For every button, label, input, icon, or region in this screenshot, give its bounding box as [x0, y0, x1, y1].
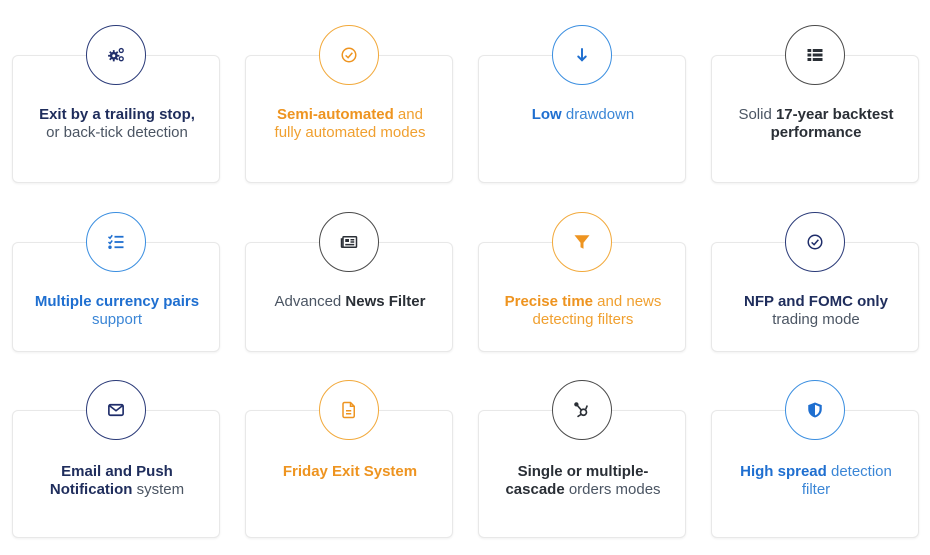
feature-label-bold: 17-year backtest performance	[770, 106, 894, 141]
feature-icon-badge	[86, 212, 146, 272]
shield-icon	[806, 401, 824, 419]
feature-label-regular: orders modes	[564, 481, 661, 498]
feature-label: Exit by a trailing stop, or back-tick de…	[13, 106, 221, 142]
feature-icon-badge	[552, 25, 612, 85]
feature-label-regular: system	[132, 481, 185, 498]
feature-icon-badge	[785, 212, 845, 272]
feature-icon-badge	[785, 25, 845, 85]
newspaper-icon	[340, 233, 358, 251]
feature-label: Low drawdown	[479, 106, 687, 124]
feature-label: NFP and FOMC only trading mode	[712, 293, 920, 329]
feature-label-bold: Exit by a trailing stop,	[39, 106, 195, 123]
feature-icon-badge	[785, 380, 845, 440]
arrow-down-icon	[573, 46, 591, 64]
feature-label: Email and Push Notification system	[13, 463, 221, 499]
feature-label: Friday Exit System	[246, 463, 454, 481]
feature-label-bold: Friday Exit System	[282, 463, 418, 480]
feature-label-bold: Low	[531, 106, 562, 123]
feature-label-regular: Advanced	[274, 293, 346, 310]
feature-icon-badge	[86, 25, 146, 85]
feature-label: Precise time and news detecting filters	[479, 293, 687, 329]
feature-label-bold: Precise time	[504, 293, 593, 310]
feature-label-bold: NFP and FOMC only	[744, 293, 888, 310]
feature-label: Semi-automated and fully automated modes	[246, 106, 454, 142]
feature-label-regular: support	[91, 311, 143, 328]
feature-label-regular: trading mode	[772, 311, 860, 328]
feature-label: Multiple currency pairs support	[13, 293, 221, 329]
feature-icon-badge	[319, 212, 379, 272]
checklist-icon	[107, 233, 125, 251]
gears-icon	[107, 46, 125, 64]
hub-icon	[573, 401, 591, 419]
feature-label-regular: or back-tick detection	[46, 124, 188, 141]
feature-icon-badge	[86, 380, 146, 440]
feature-label: High spread detection filter	[712, 463, 920, 499]
filter-icon	[573, 233, 591, 251]
feature-label: Advanced News Filter	[246, 293, 454, 311]
feature-label-regular: Solid	[738, 106, 776, 123]
feature-icon-badge	[319, 25, 379, 85]
feature-label-bold: High spread	[740, 463, 827, 480]
feature-label-bold: Semi-automated	[277, 106, 394, 123]
feature-icon-badge	[552, 380, 612, 440]
list-icon	[806, 46, 824, 64]
features-grid: Exit by a trailing stop, or back-tick de…	[0, 0, 930, 555]
envelope-icon	[107, 401, 125, 419]
document-icon	[340, 401, 358, 419]
feature-icon-badge	[552, 212, 612, 272]
feature-label: Single or multiple-cascade orders modes	[479, 463, 687, 499]
check-circle-icon	[340, 46, 358, 64]
feature-label: Solid 17-year backtest performance	[712, 106, 920, 142]
feature-label-bold: News Filter	[345, 293, 426, 310]
feature-icon-badge	[319, 380, 379, 440]
feature-label-bold: Multiple currency pairs	[34, 293, 200, 310]
check-circle-icon	[806, 233, 824, 251]
feature-label-regular: drawdown	[561, 106, 635, 123]
